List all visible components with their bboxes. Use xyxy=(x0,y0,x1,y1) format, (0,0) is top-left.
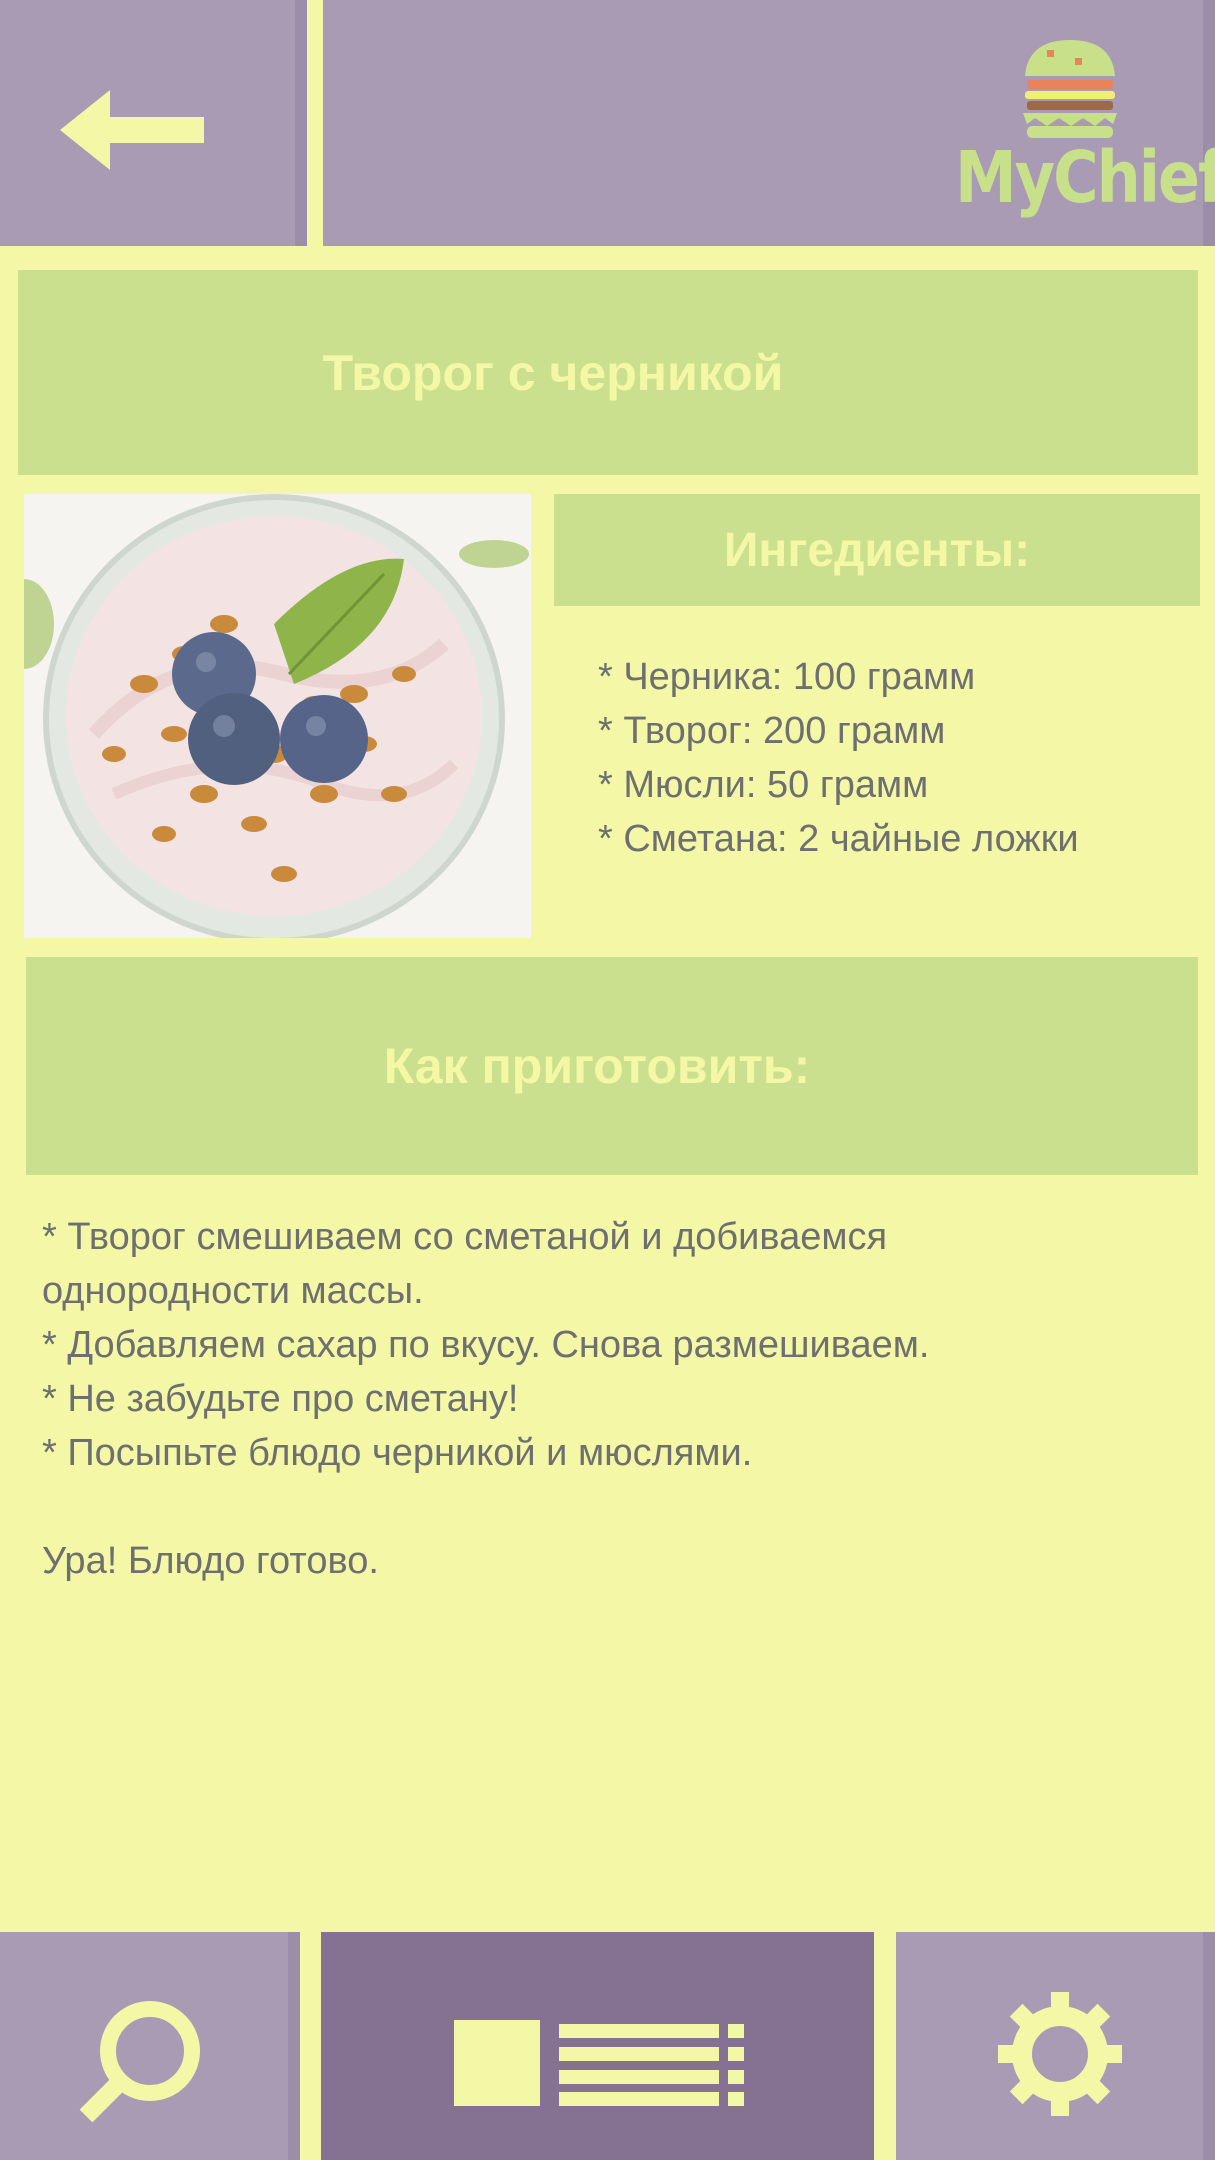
ingredient-item: * Черника: 100 грамм xyxy=(598,656,976,698)
panel-edge xyxy=(295,0,307,246)
steps-list: * Творог смешиваем со сметаной и добивае… xyxy=(42,1210,1182,1588)
dish-image xyxy=(24,494,531,938)
burger-icon xyxy=(1023,40,1117,138)
step-line: однородности массы. xyxy=(42,1270,424,1312)
panel-edge xyxy=(288,1932,300,2160)
gear-icon xyxy=(998,1992,1122,2116)
step-line: * Творог смешиваем со сметаной и добивае… xyxy=(42,1216,888,1258)
nav-settings-button[interactable] xyxy=(896,1932,1215,2160)
dish-illustration xyxy=(24,494,531,938)
final-note: Ура! Блюдо готово. xyxy=(42,1540,379,1582)
ingredients-heading: Ингедиенты: xyxy=(723,523,1031,577)
recipe-title: Творог с черникой xyxy=(322,344,784,401)
ingredients-heading-panel: Ингедиенты: xyxy=(554,494,1200,606)
arrow-left-icon xyxy=(60,90,204,170)
panel-edge xyxy=(1203,1932,1215,2160)
recipe-list-icon xyxy=(454,2020,744,2106)
ingredients-list: * Черника: 100 грамм * Творог: 200 грамм… xyxy=(598,650,1198,866)
step-line: * Не забудьте про сметану! xyxy=(42,1378,519,1420)
search-icon xyxy=(79,2001,200,2123)
logo-text: MyChief xyxy=(955,135,1215,220)
howto-heading: Как приготовить: xyxy=(383,1038,811,1094)
nav-search-button[interactable] xyxy=(0,1932,300,2160)
recipe-title-panel: Творог с черникой xyxy=(18,270,1198,475)
back-button[interactable] xyxy=(60,90,210,170)
ingredient-item: * Сметана: 2 чайные ложки xyxy=(598,818,1079,860)
app-logo: MyChief xyxy=(955,36,1215,219)
ingredient-item: * Творог: 200 грамм xyxy=(598,710,946,752)
nav-recipes-button[interactable] xyxy=(321,1932,874,2160)
ingredient-item: * Мюсли: 50 грамм xyxy=(598,764,929,806)
step-line: * Посыпьте блюдо черникой и мюслями. xyxy=(42,1432,753,1474)
step-line: * Добавляем сахар по вкусу. Снова размеш… xyxy=(42,1324,930,1366)
howto-heading-panel: Как приготовить: xyxy=(26,957,1198,1175)
